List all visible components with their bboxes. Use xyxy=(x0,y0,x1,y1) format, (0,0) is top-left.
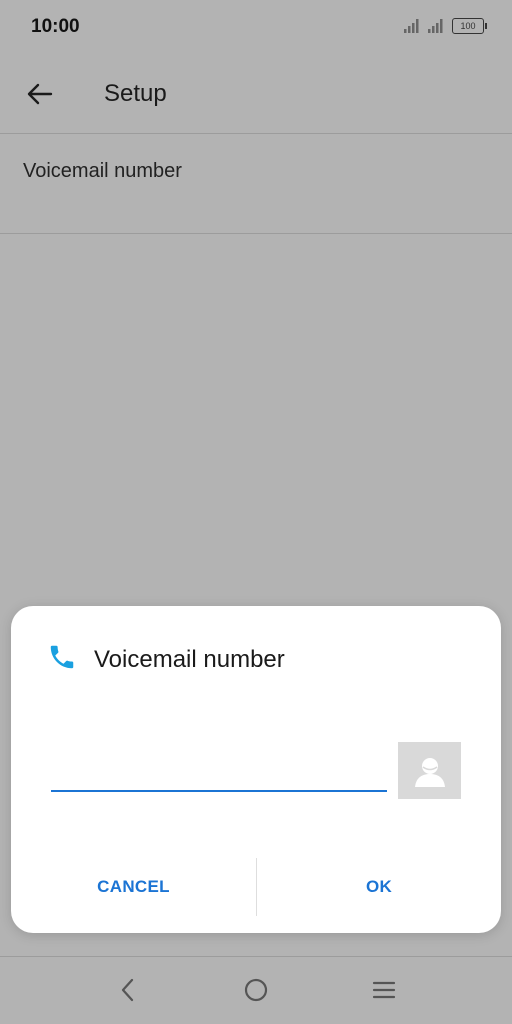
divider xyxy=(0,233,512,234)
app-bar: Setup xyxy=(0,54,512,134)
menu-icon xyxy=(372,981,396,999)
status-bar: 10:00 100 xyxy=(0,0,512,54)
status-icons: 100 xyxy=(404,18,487,34)
voicemail-number-input[interactable] xyxy=(51,754,387,792)
dialog-title: Voicemail number xyxy=(94,646,285,673)
page-title: Setup xyxy=(104,80,167,107)
home-icon xyxy=(244,978,268,1002)
nav-menu-button[interactable] xyxy=(362,968,406,1012)
ok-button[interactable]: OK xyxy=(257,858,501,916)
contact-picker-button[interactable] xyxy=(398,742,461,799)
signal-icon xyxy=(428,19,443,33)
battery-icon: 100 xyxy=(452,18,487,34)
back-icon xyxy=(121,978,134,1002)
cancel-button[interactable]: CANCEL xyxy=(11,858,256,916)
nav-home-button[interactable] xyxy=(234,968,278,1012)
phone-icon xyxy=(50,645,74,669)
settings-item-label: Voicemail number xyxy=(23,160,182,182)
voicemail-number-dialog: Voicemail number CANCEL OK xyxy=(11,606,501,933)
arrow-back-icon xyxy=(27,83,53,105)
settings-item-voicemail-number[interactable]: Voicemail number xyxy=(0,134,512,233)
nav-back-button[interactable] xyxy=(106,968,150,1012)
contact-icon xyxy=(414,757,445,787)
back-button[interactable] xyxy=(18,72,62,116)
navigation-bar xyxy=(0,956,512,1024)
status-time: 10:00 xyxy=(31,16,80,37)
signal-icon xyxy=(404,19,419,33)
